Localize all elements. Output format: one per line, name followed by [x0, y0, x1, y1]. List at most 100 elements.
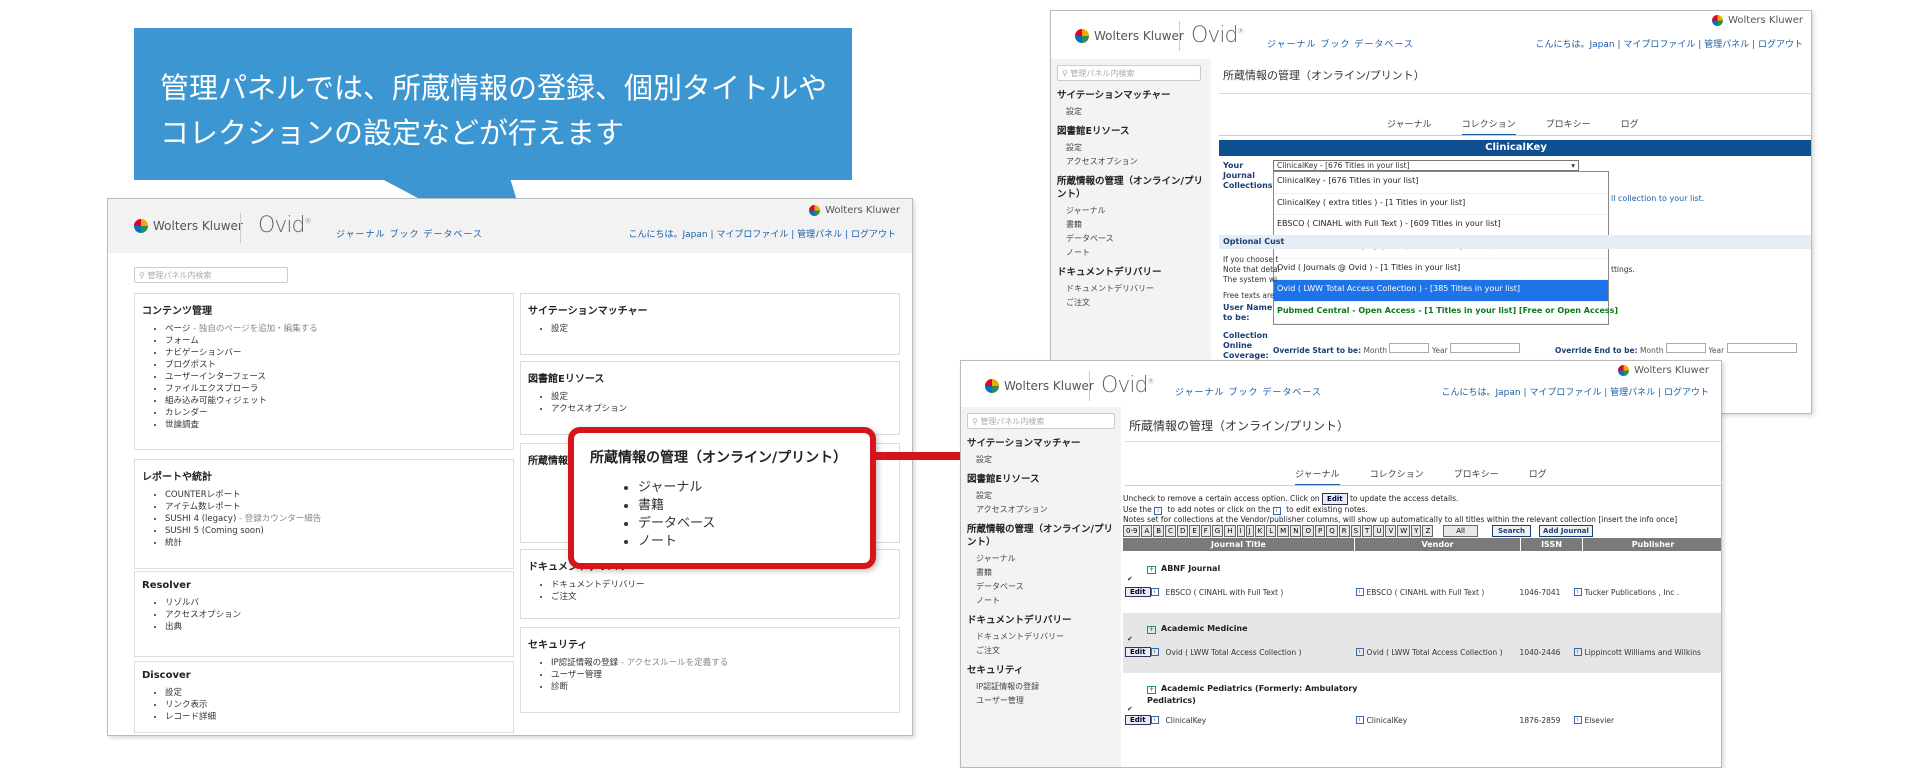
tab-log[interactable]: ログ: [1529, 467, 1547, 486]
list-item[interactable]: 出典: [165, 621, 513, 633]
journal-title[interactable]: + Academic Medicine: [1147, 623, 1248, 635]
nav-books[interactable]: ブック: [389, 230, 419, 240]
letter-button[interactable]: O: [1302, 525, 1314, 537]
list-item[interactable]: リゾルバ: [165, 597, 513, 609]
list-item[interactable]: リンク表示: [165, 699, 513, 711]
user-link[interactable]: Japan: [1495, 388, 1520, 398]
journal-title[interactable]: + ABNF Journal: [1147, 563, 1220, 575]
sidebar-eres[interactable]: 図書館Eリソース: [967, 473, 1121, 486]
list-item[interactable]: ページ - 独自のページを追加・編集する: [165, 323, 513, 335]
nav-journals[interactable]: ジャーナル: [1175, 388, 1225, 398]
tab-log[interactable]: ログ: [1621, 117, 1639, 136]
sidebar-docdel[interactable]: ドキュメントデリバリー: [1057, 266, 1211, 279]
sidebar-citation[interactable]: サイテーションマッチャー: [1057, 89, 1211, 102]
list-item[interactable]: カレンダー: [165, 407, 513, 419]
tab-journals[interactable]: ジャーナル: [1295, 467, 1340, 486]
logout-link[interactable]: ログアウト: [1664, 388, 1709, 398]
sidebar-books[interactable]: 書籍: [1066, 219, 1211, 230]
letter-button[interactable]: S: [1350, 525, 1362, 537]
list-item[interactable]: 診断: [551, 681, 899, 693]
dropdown-option[interactable]: Pubmed Central - Open Access - [1 Titles…: [1274, 302, 1618, 324]
info-icon[interactable]: i: [1150, 588, 1159, 596]
letter-button[interactable]: H: [1224, 525, 1236, 537]
sidebar-settings[interactable]: 設定: [976, 454, 1121, 465]
letter-button[interactable]: N: [1290, 525, 1302, 537]
tab-proxy[interactable]: プロキシー: [1546, 117, 1591, 136]
year-input[interactable]: [1450, 343, 1521, 353]
list-item[interactable]: フォーム: [165, 335, 513, 347]
month-input[interactable]: [1389, 343, 1430, 353]
edit-button[interactable]: Edit: [1125, 647, 1151, 657]
letter-button[interactable]: U: [1373, 525, 1385, 537]
list-item[interactable]: COUNTERレポート: [165, 489, 513, 501]
tab-proxy[interactable]: プロキシー: [1454, 467, 1499, 486]
list-item[interactable]: IP認証情報の登録 - アクセスルールを定義する: [551, 657, 899, 669]
logout-link[interactable]: ログアウト: [1758, 40, 1803, 50]
list-item[interactable]: アクセスオプション: [551, 403, 899, 415]
user-link[interactable]: Japan: [1589, 40, 1614, 50]
dropdown-option[interactable]: Ovid ( LWW Total Access Collection ) - […: [1274, 280, 1608, 303]
info-icon[interactable]: i: [1573, 716, 1582, 724]
list-item[interactable]: ドキュメントデリバリー: [551, 579, 899, 591]
info-icon[interactable]: i: [1150, 716, 1159, 724]
list-item[interactable]: 組み込み可能ウィジェット: [165, 395, 513, 407]
access-checkbox[interactable]: ✔: [1127, 705, 1133, 713]
letter-button[interactable]: Q: [1326, 525, 1338, 537]
dropdown-option[interactable]: ClinicalKey - [676 Titles in your list]: [1274, 172, 1608, 194]
letter-button[interactable]: J: [1245, 525, 1254, 537]
edit-button[interactable]: Edit: [1125, 715, 1151, 725]
letter-button[interactable]: A: [1141, 525, 1153, 537]
sidebar-holdings[interactable]: 所蔵情報の管理（オンライン/プリント）: [1057, 175, 1211, 201]
list-item[interactable]: ご注文: [551, 591, 899, 603]
add-note-icon[interactable]: +: [1147, 566, 1156, 574]
sidebar-journals[interactable]: ジャーナル: [976, 553, 1121, 564]
sidebar-eres[interactable]: 図書館Eリソース: [1057, 125, 1211, 138]
list-item[interactable]: 統計: [165, 537, 513, 549]
admin-link[interactable]: 管理パネル: [1704, 40, 1749, 50]
letter-button[interactable]: K: [1254, 525, 1266, 537]
admin-search-input[interactable]: ⚲ 管理パネル内検索: [967, 413, 1115, 429]
info-icon[interactable]: i: [1355, 588, 1364, 596]
sidebar-settings[interactable]: 設定: [1066, 142, 1211, 153]
letter-button[interactable]: G: [1211, 525, 1224, 537]
letter-button[interactable]: P: [1314, 525, 1326, 537]
sidebar-security[interactable]: セキュリティ: [967, 664, 1121, 677]
month-input[interactable]: [1665, 343, 1706, 353]
nav-databases[interactable]: データベース: [1354, 40, 1414, 50]
info-icon[interactable]: i: [1573, 588, 1582, 596]
list-item[interactable]: レコード詳細: [165, 711, 513, 723]
sidebar-citation[interactable]: サイテーションマッチャー: [967, 437, 1121, 450]
letter-button[interactable]: W: [1397, 525, 1411, 537]
info-icon[interactable]: i: [1355, 716, 1364, 724]
letter-button[interactable]: M: [1277, 525, 1290, 537]
nav-journals[interactable]: ジャーナル: [1267, 40, 1317, 50]
sidebar-notes[interactable]: ノート: [976, 595, 1121, 606]
info-icon[interactable]: i: [1355, 648, 1364, 656]
dropdown-option[interactable]: Ovid ( Journals @ Ovid ) - [1 Titles in …: [1274, 259, 1608, 281]
dropdown-option[interactable]: EBSCO ( CINAHL with Full Text ) - [609 T…: [1274, 215, 1608, 238]
letter-button[interactable]: Y: [1411, 525, 1422, 537]
edit-button[interactable]: Edit: [1125, 587, 1151, 597]
sidebar-docdel[interactable]: ドキュメントデリバリー: [967, 614, 1121, 627]
access-checkbox[interactable]: ✔: [1127, 575, 1133, 583]
search-button[interactable]: Search: [1491, 525, 1532, 537]
letter-button[interactable]: B: [1153, 525, 1165, 537]
info-icon[interactable]: i: [1150, 648, 1159, 656]
letter-button[interactable]: Z: [1422, 525, 1434, 537]
nav-books[interactable]: ブック: [1228, 388, 1258, 398]
year-input[interactable]: [1726, 343, 1797, 353]
add-journal-button[interactable]: Add Journal: [1539, 525, 1593, 537]
list-item[interactable]: ユーザー管理: [551, 669, 899, 681]
list-item[interactable]: ファイルエクスプローラ: [165, 383, 513, 395]
profile-link[interactable]: マイプロファイル: [716, 230, 788, 240]
sidebar-dbs[interactable]: データベース: [976, 581, 1121, 592]
admin-search-input[interactable]: ⚲ 管理パネル内検索: [134, 267, 288, 283]
dropdown-option[interactable]: ClinicalKey ( extra titles ) - [1 Titles…: [1274, 194, 1608, 216]
logout-link[interactable]: ログアウト: [851, 230, 896, 240]
letter-button[interactable]: T: [1362, 525, 1373, 537]
profile-link[interactable]: マイプロファイル: [1529, 388, 1601, 398]
sidebar-holdings[interactable]: 所蔵情報の管理（オンライン/プリント）: [967, 523, 1121, 549]
sidebar-access[interactable]: アクセスオプション: [976, 504, 1121, 515]
letter-button[interactable]: I: [1236, 525, 1245, 537]
add-note-icon[interactable]: +: [1147, 686, 1156, 694]
